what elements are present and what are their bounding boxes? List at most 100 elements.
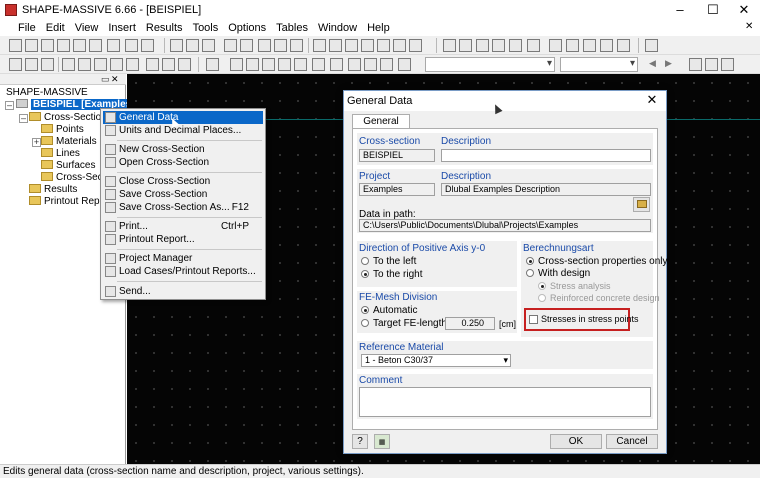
view-3-icon[interactable] bbox=[509, 39, 522, 52]
target-length-field[interactable]: 0.250 bbox=[445, 317, 495, 330]
prev-arrow-icon[interactable]: ◀ bbox=[649, 58, 662, 71]
view-2-icon[interactable] bbox=[492, 39, 505, 52]
menu-results[interactable]: Results bbox=[141, 20, 188, 36]
tree-points[interactable]: Points bbox=[41, 124, 84, 136]
align-10-icon[interactable] bbox=[380, 58, 393, 71]
dimension-icon[interactable] bbox=[313, 39, 326, 52]
navigator-pin-icon[interactable]: ▭ bbox=[101, 74, 110, 85]
snap-icon[interactable] bbox=[202, 39, 215, 52]
pan-icon[interactable] bbox=[617, 39, 630, 52]
tab-general-data[interactable]: General Data bbox=[352, 114, 410, 140]
section-t-icon[interactable] bbox=[78, 58, 91, 71]
print-icon[interactable] bbox=[73, 39, 86, 52]
cs-properties-radio[interactable] bbox=[526, 257, 534, 265]
browse-folder-button[interactable] bbox=[633, 197, 650, 212]
align-9-icon[interactable] bbox=[364, 58, 377, 71]
preview-icon[interactable] bbox=[89, 39, 102, 52]
stresses-checkbox[interactable] bbox=[529, 315, 538, 324]
menu-item-send[interactable]: Send... bbox=[103, 285, 263, 298]
zoom-out-icon[interactable] bbox=[290, 39, 303, 52]
save-all-icon[interactable] bbox=[57, 39, 70, 52]
move-icon[interactable] bbox=[206, 58, 219, 71]
line-icon[interactable] bbox=[25, 58, 38, 71]
dimension-2-icon[interactable] bbox=[329, 39, 342, 52]
expand-icon[interactable]: + bbox=[32, 138, 41, 147]
tree-results[interactable]: Results bbox=[29, 184, 77, 196]
menu-tools[interactable]: Tools bbox=[188, 20, 224, 36]
section-box-icon[interactable] bbox=[94, 58, 107, 71]
menu-item-save-as[interactable]: Save Cross-Section As... F12 bbox=[103, 201, 263, 214]
grid-icon[interactable] bbox=[186, 39, 199, 52]
minimize-button[interactable]: – bbox=[664, 0, 696, 20]
zoom-in-icon[interactable] bbox=[274, 39, 287, 52]
save-icon[interactable] bbox=[41, 39, 54, 52]
menu-item-general-data[interactable]: General Data bbox=[103, 111, 263, 124]
calculator-icon[interactable] bbox=[141, 39, 154, 52]
redo-icon[interactable] bbox=[125, 39, 138, 52]
menu-file[interactable]: File bbox=[0, 20, 41, 36]
cancel-button[interactable]: Cancel bbox=[606, 434, 658, 449]
open-icon[interactable] bbox=[25, 39, 38, 52]
menu-insert[interactable]: Insert bbox=[103, 20, 141, 36]
layer-dropdown[interactable] bbox=[425, 57, 555, 72]
menu-edit[interactable]: Edit bbox=[41, 20, 70, 36]
calculator-button[interactable]: ▦ bbox=[374, 434, 390, 449]
reinforced-design-radio[interactable] bbox=[538, 294, 546, 302]
menu-window[interactable]: Window bbox=[313, 20, 362, 36]
menu-view[interactable]: View bbox=[70, 20, 104, 36]
menu-help[interactable]: Help bbox=[362, 20, 395, 36]
results-3-icon[interactable] bbox=[721, 58, 734, 71]
tree-surfaces[interactable]: Surfaces bbox=[41, 160, 95, 172]
new-icon[interactable] bbox=[9, 39, 22, 52]
target-length-radio[interactable] bbox=[361, 319, 369, 327]
project-description-field[interactable]: Dlubal Examples Description bbox=[441, 183, 651, 196]
align-4-icon[interactable] bbox=[278, 58, 291, 71]
dialog-close-icon[interactable]: ✕ bbox=[642, 92, 662, 108]
collapse-icon[interactable]: – bbox=[5, 101, 14, 110]
to-right-radio[interactable] bbox=[361, 270, 369, 278]
stress-analysis-radio[interactable] bbox=[538, 282, 546, 290]
tree-lines[interactable]: Lines bbox=[41, 148, 80, 160]
dimension-4-icon[interactable] bbox=[361, 39, 374, 52]
dimension-7-icon[interactable] bbox=[409, 39, 422, 52]
menu-item-load-cases[interactable]: Load Cases/Printout Reports... bbox=[103, 265, 263, 278]
list-icon[interactable] bbox=[459, 39, 472, 52]
section-round-icon[interactable] bbox=[110, 58, 123, 71]
zoom-next-icon[interactable] bbox=[600, 39, 613, 52]
next-arrow-icon[interactable]: ▶ bbox=[665, 58, 678, 71]
align-1-icon[interactable] bbox=[230, 58, 243, 71]
close-button[interactable]: ✕ bbox=[728, 0, 760, 20]
dimension-5-icon[interactable] bbox=[377, 39, 390, 52]
view-dropdown[interactable] bbox=[560, 57, 638, 72]
tree-cross-section[interactable]: Cross-Section bbox=[29, 112, 107, 124]
zoom-prev-icon[interactable] bbox=[583, 39, 596, 52]
dimension-6-icon[interactable] bbox=[393, 39, 406, 52]
zoom-all-icon[interactable] bbox=[549, 39, 562, 52]
menu-item-print[interactable]: Print... Ctrl+P bbox=[103, 220, 263, 233]
dimension-3-icon[interactable] bbox=[345, 39, 358, 52]
help-button[interactable]: ? bbox=[352, 434, 368, 449]
view-1-icon[interactable] bbox=[476, 39, 489, 52]
section-i-icon[interactable] bbox=[62, 58, 75, 71]
menu-item-save-cross-section[interactable]: Save Cross-Section bbox=[103, 188, 263, 201]
menu-options[interactable]: Options bbox=[223, 20, 271, 36]
align-5-icon[interactable] bbox=[294, 58, 307, 71]
menu-item-close-cross-section[interactable]: Close Cross-Section bbox=[103, 175, 263, 188]
zoom-fit-icon[interactable] bbox=[566, 39, 579, 52]
zoom-window-icon[interactable] bbox=[258, 39, 271, 52]
arc-icon[interactable] bbox=[41, 58, 54, 71]
view-4-icon[interactable] bbox=[527, 39, 540, 52]
table-icon[interactable] bbox=[170, 39, 183, 52]
undo-icon[interactable] bbox=[107, 39, 120, 52]
align-8-icon[interactable] bbox=[348, 58, 361, 71]
description-field[interactable] bbox=[441, 149, 651, 162]
section-u-icon[interactable] bbox=[126, 58, 139, 71]
point-icon[interactable] bbox=[9, 58, 22, 71]
rebar-icon[interactable] bbox=[178, 58, 191, 71]
align-6-icon[interactable] bbox=[312, 58, 325, 71]
cursor-icon[interactable] bbox=[224, 39, 237, 52]
cross-section-field[interactable]: BEISPIEL bbox=[359, 149, 435, 162]
maximize-button[interactable]: ☐ bbox=[697, 0, 729, 20]
surface-icon[interactable] bbox=[146, 58, 159, 71]
opening-icon[interactable] bbox=[162, 58, 175, 71]
